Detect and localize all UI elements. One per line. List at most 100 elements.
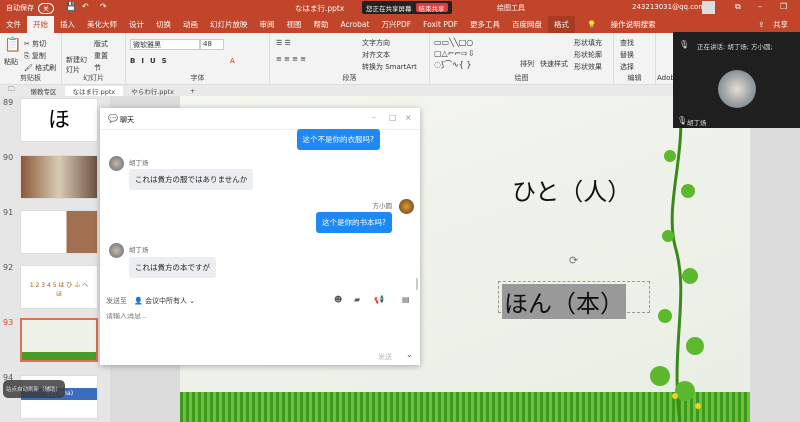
new-tab-icon[interactable]: + (182, 87, 203, 95)
scrollbar[interactable] (416, 278, 418, 290)
title-bar: 自动保存 关 💾 ↶ ↷ なはま行.pptx 您正在共享屏幕 结束共享 绘图工具… (0, 0, 800, 16)
doc-tab-active[interactable]: なはま行.pptx (64, 85, 124, 96)
maximize-icon[interactable]: □ (389, 113, 397, 122)
thumbnail-90[interactable] (20, 155, 98, 199)
section-button[interactable]: 节 (94, 63, 101, 73)
send-button[interactable]: 发送 (378, 352, 392, 362)
paste-icon[interactable]: 📋 (4, 37, 21, 53)
rotate-handle-icon[interactable]: ⟳ (569, 254, 578, 267)
selected-text-box[interactable]: ほん（本） (498, 281, 650, 319)
doc-tab[interactable]: やらわ行.pptx (123, 86, 182, 96)
layout-button[interactable]: 版式 (94, 39, 108, 49)
arrange-button[interactable]: 排列 (520, 59, 534, 69)
bullets-icon[interactable]: ☰ ☰ (276, 39, 291, 47)
copy-button[interactable]: ⎘ 复制 (24, 51, 46, 61)
tab-more-tools[interactable]: 更多工具 (464, 16, 506, 33)
tab-home[interactable]: 开始 (27, 16, 54, 33)
folder-icon[interactable]: 🗀 (0, 85, 23, 96)
lightbulb-icon: 💡 (586, 20, 597, 29)
avatar[interactable] (702, 1, 715, 14)
select-button[interactable]: 选择 (620, 62, 634, 72)
font-size-select[interactable]: 48 (200, 39, 224, 50)
chat-settings-icon[interactable]: ▤ (402, 295, 410, 304)
chat-title: 聊天 (120, 116, 134, 124)
announce-icon[interactable]: 📢 (374, 295, 384, 304)
thumbnail-92[interactable]: 1 2 3 4 5 は ひ ふ へ ほ (20, 265, 98, 309)
message-input[interactable] (106, 313, 406, 320)
emoji-icon[interactable]: ☻ (334, 295, 342, 304)
font-color-icon[interactable]: A (230, 57, 235, 65)
tab-beautify[interactable]: 美化大师 (81, 16, 123, 33)
slide-text-hito[interactable]: ひと（人） (512, 172, 631, 207)
tab-foxit-pdf[interactable]: Foxit PDF (417, 16, 464, 33)
align-icons[interactable]: ≡ ≡ ≡ ≡ (276, 55, 306, 63)
paste-button[interactable]: 粘贴 (4, 57, 18, 67)
reset-button[interactable]: 重置 (94, 51, 108, 61)
toast-notification: 站点自动刷新（辅助） (3, 380, 65, 398)
message-right: 这个是你的书本吗? (316, 212, 392, 233)
tell-me-search[interactable]: 💡 操作说明搜索 (575, 16, 668, 33)
tab-acrobat[interactable]: Acrobat (335, 16, 376, 33)
tab-format[interactable]: 格式 (547, 16, 575, 33)
cut-label: 剪切 (32, 40, 47, 48)
avatar (399, 199, 414, 214)
tab-help[interactable]: 帮助 (308, 16, 335, 33)
slide-number: 89 (3, 98, 14, 107)
chat-header: 💬 聊天 – □ × (100, 108, 420, 130)
avatar (109, 243, 124, 258)
autosave-toggle[interactable]: 关 (38, 3, 55, 14)
quick-styles-button[interactable]: 快速样式 (540, 59, 568, 69)
shape-effects-button[interactable]: 形状效果 (574, 62, 602, 72)
find-button[interactable]: 查找 (620, 38, 634, 48)
participant-avatar[interactable] (718, 70, 756, 108)
folder-icon[interactable]: ▰ (354, 295, 360, 304)
clipboard-label: 剪贴板 (20, 74, 41, 82)
text-direction-button[interactable]: 文字方向 (362, 38, 390, 48)
font-name-select[interactable]: 微软雅黑 (130, 39, 200, 50)
save-icon[interactable]: 💾 (66, 2, 76, 11)
cut-button[interactable]: ✂ 剪切 (24, 39, 46, 49)
tab-insert[interactable]: 插入 (54, 16, 81, 33)
doc-tab-home[interactable]: 懒教专区 (23, 86, 65, 96)
undo-icon[interactable]: ↶ (82, 2, 89, 11)
thumbnail-89[interactable]: ほ (20, 98, 98, 142)
account-email[interactable]: 243213031@qq.com (632, 3, 705, 11)
tab-file[interactable]: 文件 (0, 16, 27, 33)
share-button[interactable]: ⇪ 共享 (752, 16, 800, 33)
tab-slideshow[interactable]: 幻灯片放映 (204, 16, 254, 33)
paragraph-group: ☰ ☰ ≡ ≡ ≡ ≡ 文字方向 对齐文本 转换为 SmartArt 段落 (270, 33, 430, 85)
send-options-icon[interactable]: ⌄ (406, 350, 413, 359)
shapes-gallery[interactable]: ▭▭╲╲□○ ▢△⌐⌐⇨⇩ ◌⟆⌒∿{ } (434, 37, 475, 70)
align-text-button[interactable]: 对齐文本 (362, 50, 390, 60)
tab-baidu-netdisk[interactable]: 百度网盘 (506, 16, 548, 33)
close-icon[interactable]: × (405, 113, 412, 122)
shape-outline-button[interactable]: 形状轮廓 (574, 50, 602, 60)
tab-animations[interactable]: 动画 (177, 16, 204, 33)
minimize-icon[interactable]: – (758, 2, 762, 11)
replace-button[interactable]: 替换 (620, 50, 634, 60)
minimize-icon[interactable]: – (372, 113, 376, 122)
tab-transitions[interactable]: 切换 (150, 16, 177, 33)
font-format-buttons[interactable]: BIUS (130, 57, 173, 65)
slide-thumbnails: 89 ほ 90 91 92 1 2 3 4 5 は ひ ふ へ ほ 93 94 … (0, 96, 110, 422)
drawing-group: ▭▭╲╲□○ ▢△⌐⌐⇨⇩ ◌⟆⌒∿{ } 排列 快速样式 形状填充 形状轮廓 … (430, 33, 614, 85)
format-painter-button[interactable]: 🖌 格式刷 (24, 63, 56, 73)
tab-design[interactable]: 设计 (123, 16, 150, 33)
thumbnail-93-selected[interactable] (20, 318, 98, 362)
new-slide-button[interactable]: 新建幻灯片 (66, 55, 90, 75)
ribbon-display-icon[interactable]: ⧉ (735, 2, 741, 12)
clipboard-group: 📋 粘贴 ✂ 剪切 ⎘ 复制 🖌 格式刷 剪贴板 (0, 33, 62, 85)
recipient-select[interactable]: 👤 会议中所有人 ⌄ (134, 296, 195, 306)
restore-icon[interactable]: ❐ (780, 2, 787, 11)
message-right: 这个不是你的衣服吗? (296, 129, 380, 150)
editing-group: 查找 替换 选择 编辑 (614, 33, 656, 85)
tab-view[interactable]: 视图 (281, 16, 308, 33)
tab-review[interactable]: 审阅 (254, 16, 281, 33)
smartart-button[interactable]: 转换为 SmartArt (362, 62, 417, 72)
slide-text-hon[interactable]: ほん（本） (502, 284, 626, 319)
shape-fill-button[interactable]: 形状填充 (574, 38, 602, 48)
tab-wondershare-pdf[interactable]: 万兴PDF (375, 16, 417, 33)
redo-icon[interactable]: ↷ (100, 2, 107, 11)
end-share-button[interactable]: 结束共享 (415, 3, 448, 13)
thumbnail-91[interactable] (20, 210, 98, 254)
